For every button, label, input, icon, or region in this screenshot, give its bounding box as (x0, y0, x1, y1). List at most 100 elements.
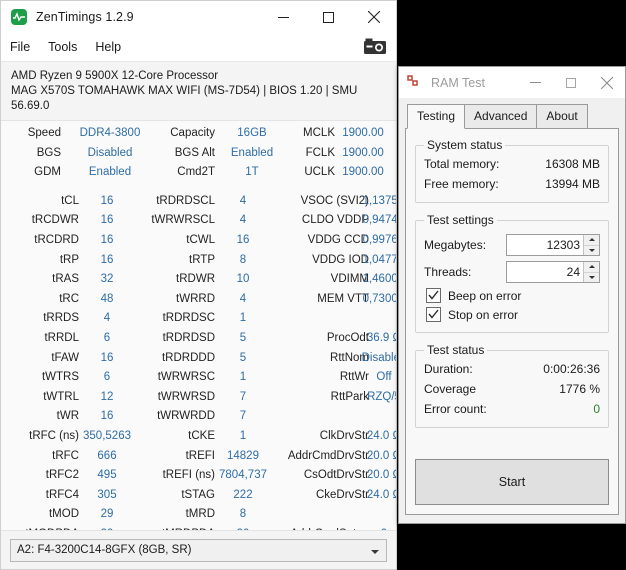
timing-cell-value-2: 7 (239, 390, 247, 403)
threads-spinner[interactable] (583, 262, 599, 282)
megabytes-stepper[interactable]: 12303 (506, 234, 600, 256)
timing-cell-value-2: 14829 (227, 449, 259, 462)
header-cell-label-2: BGS Alt (174, 146, 215, 159)
maximize-icon[interactable] (553, 67, 589, 98)
tab-testing[interactable]: Testing (407, 104, 466, 129)
timing-cell-label-1: tRCDRD (34, 233, 79, 246)
test-status-group: Test status Duration: 0:00:26:36 Coverag… (415, 343, 609, 428)
threads-input[interactable]: 24 (507, 262, 583, 282)
timing-cell-value-1: 16 (100, 410, 114, 423)
timing-cell-label-1: tRRDS (43, 312, 79, 325)
timing-cell-value-1: 305 (97, 488, 117, 501)
close-icon[interactable] (351, 1, 396, 33)
header-cell-label-3: FCLK (305, 146, 335, 159)
header-cell-label-1: BGS (36, 146, 61, 159)
timing-cell-value-1: 29 (81, 525, 133, 530)
timing-cell-label-2: tWRRD (176, 292, 215, 305)
spinner-down-icon[interactable] (584, 273, 599, 283)
total-memory-label: Total memory: (424, 157, 500, 171)
timing-cell-label-2: tMRDPDA (133, 525, 215, 530)
memory-header-grid: Speed DDR4-3800 Capacity 16GB MCLK 1900.00 BGS… (1, 124, 396, 183)
timing-cell-value-3: 24.0 Ω (366, 429, 396, 442)
stop-on-error-checkbox[interactable] (426, 307, 441, 322)
timing-cell-value-2: 1 (239, 371, 247, 384)
timing-cell-label-1: tRC (59, 292, 79, 305)
timing-cell-value-2: 7804,737 (219, 469, 267, 482)
threads-stepper[interactable]: 24 (506, 261, 600, 283)
timing-cell-label-2: tWRWRSD (157, 390, 215, 403)
tab-advanced[interactable]: Advanced (464, 104, 538, 129)
timing-cell-value-1: 666 (97, 449, 117, 462)
minimize-icon[interactable] (517, 67, 553, 98)
megabytes-spinner[interactable] (583, 235, 599, 255)
timing-cell-label-1: tCL (61, 194, 79, 207)
ramtest-tabs: Testing Advanced About (405, 104, 619, 129)
ramtest-testing-panel: System status Total memory: 16308 MB Fre… (405, 128, 619, 515)
spinner-up-icon[interactable] (584, 262, 599, 273)
beep-on-error-checkbox[interactable] (426, 288, 441, 303)
tab-about[interactable]: About (536, 104, 588, 129)
total-memory-value: 16308 MB (545, 157, 600, 171)
beep-on-error-row[interactable]: Beep on error (426, 288, 600, 303)
timing-cell-value-1: 4 (103, 312, 111, 325)
timing-cell-value-2: 4 (239, 194, 247, 207)
dimm-select[interactable]: A2: F4-3200C14-8GFX (8GB, SR) (10, 538, 387, 562)
megabytes-row: Megabytes: 12303 (424, 234, 600, 256)
header-cell-label-2: Cmd2T (177, 166, 215, 179)
spinner-up-icon[interactable] (584, 235, 599, 246)
timing-cell-label-1: tWTRS (41, 371, 79, 384)
timing-cell-value-3 (347, 505, 396, 525)
header-cell-value-1: Disabled (87, 146, 133, 159)
megabytes-input[interactable]: 12303 (507, 235, 583, 255)
timing-cell-value-3 (347, 309, 396, 329)
timing-cell-value-2: 8 (239, 508, 247, 521)
spinner-down-icon[interactable] (584, 246, 599, 256)
timing-cell-value-3: 1,0477V (362, 253, 396, 266)
coverage-row: Coverage 1776 % (424, 379, 600, 399)
timing-cell-value-1: 16 (100, 214, 114, 227)
timing-cell-value-2: 4 (239, 292, 247, 305)
maximize-icon[interactable] (306, 1, 351, 33)
menu-file[interactable]: File (1, 37, 39, 57)
timing-cell-value-3: RZQ/5 (367, 390, 396, 403)
timing-cell-label-2: tWRWRDD (157, 410, 215, 423)
timing-cell-value-2: 16 (236, 233, 250, 246)
ramtest-app-icon (407, 74, 423, 91)
timing-cell-value-1: 16 (100, 351, 114, 364)
timing-cell-label-1: tMOD (48, 508, 79, 521)
header-cell-value-2: Enabled (230, 146, 274, 159)
chevron-down-icon (371, 549, 379, 554)
duration-value: 0:00:26:36 (543, 362, 600, 376)
timing-cell-label-2: tWRWRSC (157, 371, 215, 384)
timing-cell-label-1: tRCDWR (31, 214, 79, 227)
timing-cell-value-2: 1 (239, 429, 247, 442)
screenshot-camera-icon[interactable] (364, 37, 386, 55)
menu-help[interactable]: Help (86, 37, 130, 57)
timing-cell-value-1: 16 (100, 253, 114, 266)
test-status-legend: Test status (427, 343, 485, 357)
start-button[interactable]: Start (415, 459, 609, 505)
stop-on-error-row[interactable]: Stop on error (426, 307, 600, 322)
close-icon[interactable] (589, 67, 625, 98)
zentimings-footer: A2: F4-3200C14-8GFX (8GB, SR) (1, 531, 396, 569)
timing-cell-label-1: tRFC (ns) (29, 429, 79, 442)
timing-cell-label-1: tRFC (52, 449, 79, 462)
timing-cell-label-2: tMRD (185, 508, 215, 521)
duration-row: Duration: 0:00:26:36 (424, 359, 600, 379)
ramtest-window-controls (517, 67, 625, 98)
header-cell-value-1: Enabled (88, 166, 132, 179)
timing-cell-value-2: 5 (239, 351, 247, 364)
menu-tools[interactable]: Tools (39, 37, 86, 57)
minimize-icon[interactable] (261, 1, 306, 33)
free-memory-label: Free memory: (424, 177, 499, 191)
timing-cell-value-2: 1 (239, 312, 247, 325)
test-settings-legend: Test settings (427, 213, 494, 227)
free-memory-row: Free memory: 13994 MB (424, 174, 600, 194)
timing-cell-label-1: tWR (56, 410, 79, 423)
header-cell-value-3: 1900.00 (342, 127, 384, 139)
ramtest-titlebar: RAM Test (399, 67, 625, 98)
zentimings-menubar: File Tools Help (1, 33, 396, 62)
timing-cell-value-3: 20.0 Ω (366, 469, 396, 482)
system-status-group: System status Total memory: 16308 MB Fre… (415, 138, 609, 203)
timing-cell-value-3: 0,9474V (362, 214, 396, 227)
